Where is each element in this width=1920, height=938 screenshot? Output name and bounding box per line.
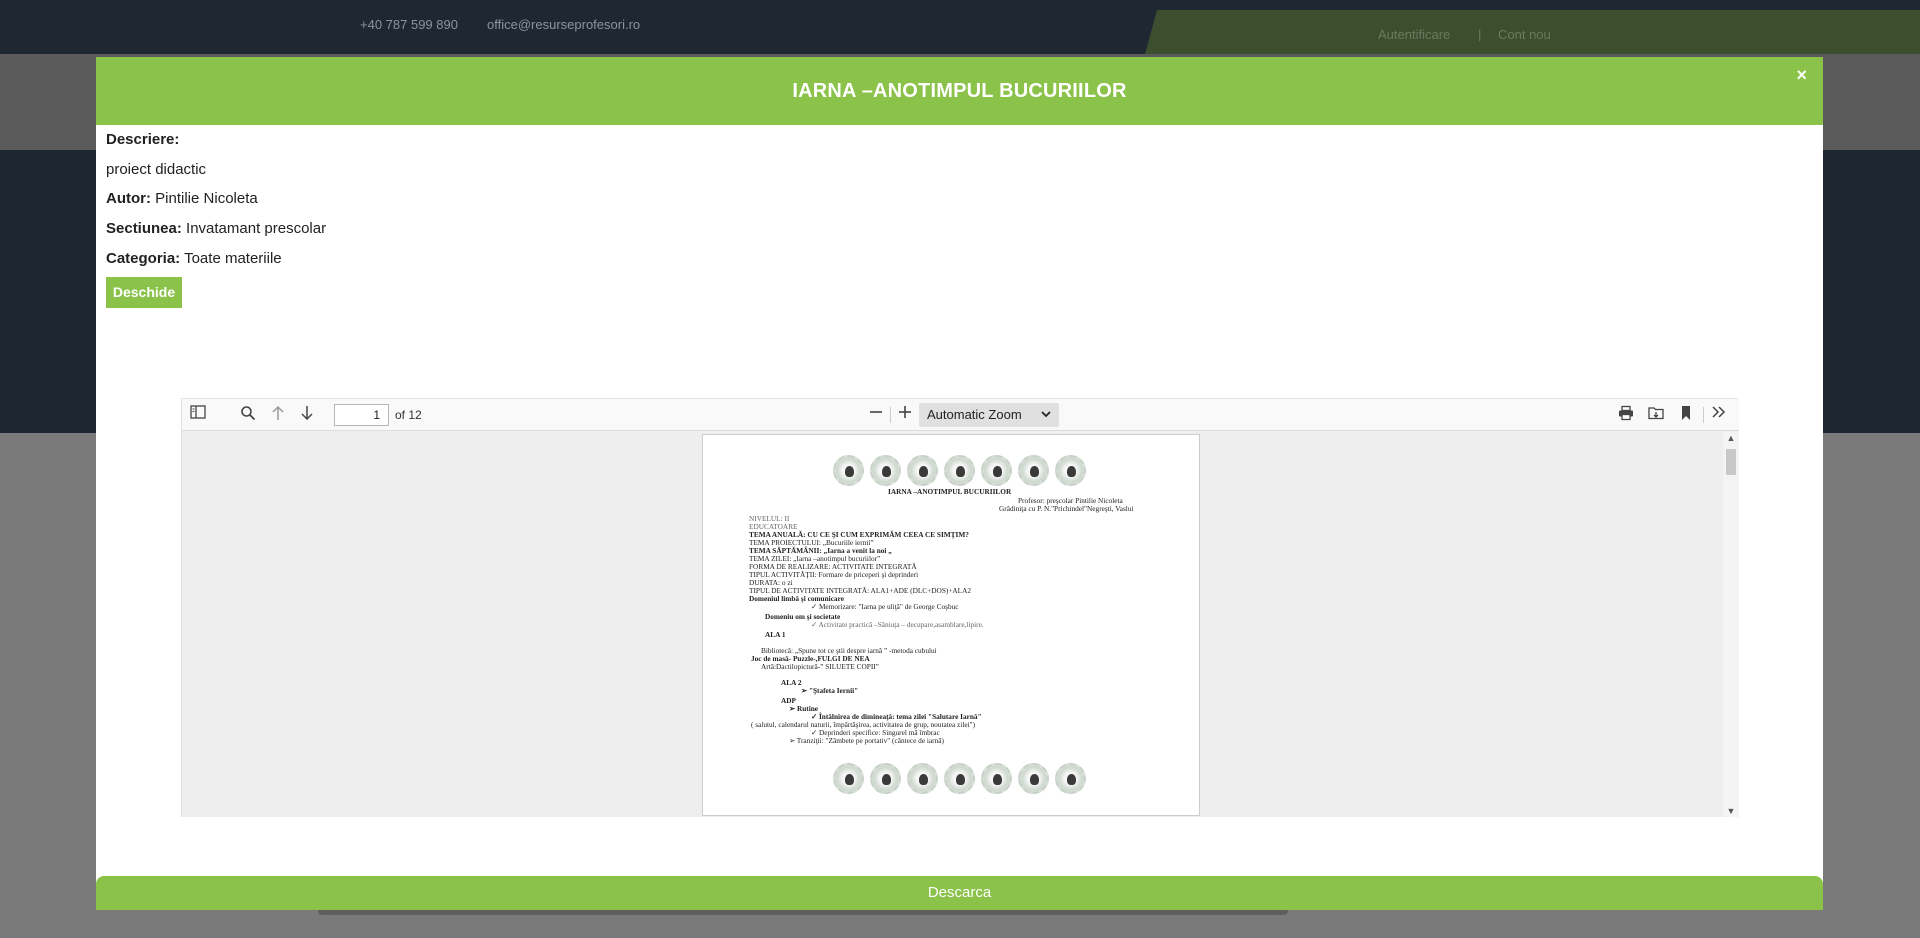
email-address[interactable]: office@resurseprofesori.ro (487, 17, 640, 32)
site-topbar: +40 787 599 890 office@resurseprofesori.… (0, 0, 1920, 54)
flower-icon (944, 455, 975, 486)
scroll-down-icon[interactable]: ▼ (1723, 806, 1739, 816)
section-row: Sectiunea: Invatamant prescolar (106, 220, 326, 237)
double-chevron-right-icon[interactable] (1709, 405, 1729, 425)
decorative-border-top (833, 455, 1093, 489)
print-icon[interactable] (1616, 405, 1636, 425)
download-button[interactable]: Descarca (96, 876, 1823, 910)
author-row: Autor: Pintilie Nicoleta (106, 190, 258, 207)
document-title: IARNA –ANOTIMPUL BUCURIILOR (888, 487, 1012, 496)
modal-header: IARNA –ANOTIMPUL BUCURIILOR × (96, 57, 1823, 125)
open-file-icon[interactable] (1646, 405, 1666, 425)
flower-icon (1055, 455, 1086, 486)
toolbar-separator (1703, 407, 1704, 423)
document-line: ➢ "Ştafeta Iernii" (801, 686, 859, 695)
flower-icon (981, 455, 1012, 486)
flower-icon (870, 763, 901, 794)
pdf-page: IARNA –ANOTIMPUL BUCURIILOR Profesor: pr… (702, 434, 1200, 816)
author-label: Autor: (106, 190, 151, 207)
flower-icon (1018, 455, 1049, 486)
vertical-scrollbar[interactable]: ▲ ▼ (1723, 432, 1739, 817)
flower-icon (907, 763, 938, 794)
pdf-toolbar: 1 of 12 Automatic Zoom (182, 399, 1739, 431)
flower-icon (833, 455, 864, 486)
zoom-out-icon[interactable] (866, 405, 886, 425)
close-button[interactable]: × (1796, 65, 1807, 86)
document-line: Artă:Dactilopictură-” SILUETE COPII” (761, 662, 879, 671)
toolbar-separator (890, 407, 891, 423)
document-line: Grădiniţa cu P. N."Prichindel"Negreşti, … (999, 504, 1134, 513)
flower-icon (1055, 763, 1086, 794)
document-line: ✓ Activitate practică –Săniuţa – decupar… (811, 620, 984, 629)
author-value: Pintilie Nicoleta (155, 190, 258, 207)
zoom-in-icon[interactable] (895, 405, 915, 425)
page-number-input[interactable]: 1 (334, 404, 389, 426)
flower-icon (870, 455, 901, 486)
document-line: ALA 2 (781, 678, 802, 687)
bookmark-icon[interactable] (1676, 405, 1696, 425)
scroll-thumb[interactable] (1726, 449, 1736, 475)
open-button[interactable]: Deschide (106, 277, 182, 308)
arrow-up-icon[interactable] (268, 405, 288, 425)
flower-icon (1018, 763, 1049, 794)
flower-icon (833, 763, 864, 794)
zoom-select[interactable]: Automatic Zoom (919, 403, 1059, 427)
chevron-down-icon (1041, 403, 1051, 427)
resource-modal: IARNA –ANOTIMPUL BUCURIILOR × Descriere:… (96, 57, 1823, 910)
sidebar-toggle-icon[interactable] (188, 405, 208, 425)
document-line: ➢ Tranziţii: "Zâmbete pe portativ" (cânt… (789, 736, 944, 745)
decorative-border-bottom (833, 763, 1093, 797)
zoom-value: Automatic Zoom (927, 407, 1022, 422)
login-link[interactable]: Autentificare (1378, 27, 1450, 42)
description-text: proiect didactic (106, 161, 207, 178)
description-label: Descriere: (106, 131, 180, 148)
document-line: ALA 1 (765, 630, 786, 639)
page-total: of 12 (395, 408, 422, 422)
category-value: Toate materiile (184, 250, 282, 267)
pdf-scroll-area[interactable]: IARNA –ANOTIMPUL BUCURIILOR Profesor: pr… (182, 432, 1739, 817)
flower-icon (981, 763, 1012, 794)
search-icon[interactable] (238, 405, 258, 425)
category-label: Categoria: (106, 250, 181, 267)
phone-number[interactable]: +40 787 599 890 (360, 17, 458, 32)
scroll-up-icon[interactable]: ▲ (1723, 433, 1739, 443)
category-row: Categoria: Toate materiile (106, 250, 282, 267)
auth-separator: | (1478, 27, 1482, 42)
register-link[interactable]: Cont nou (1498, 27, 1551, 42)
pdf-viewer: 1 of 12 Automatic Zoom IARNA –ANOTIMPUL … (181, 398, 1739, 817)
flower-icon (907, 455, 938, 486)
section-value: Invatamant prescolar (186, 220, 327, 237)
document-line: ✓ Memorizare: "Iarna pe uliţă" de George… (811, 602, 959, 611)
flower-icon (944, 763, 975, 794)
modal-title: IARNA –ANOTIMPUL BUCURIILOR (792, 80, 1127, 102)
arrow-down-icon[interactable] (297, 405, 317, 425)
section-label: Sectiunea: (106, 220, 182, 237)
